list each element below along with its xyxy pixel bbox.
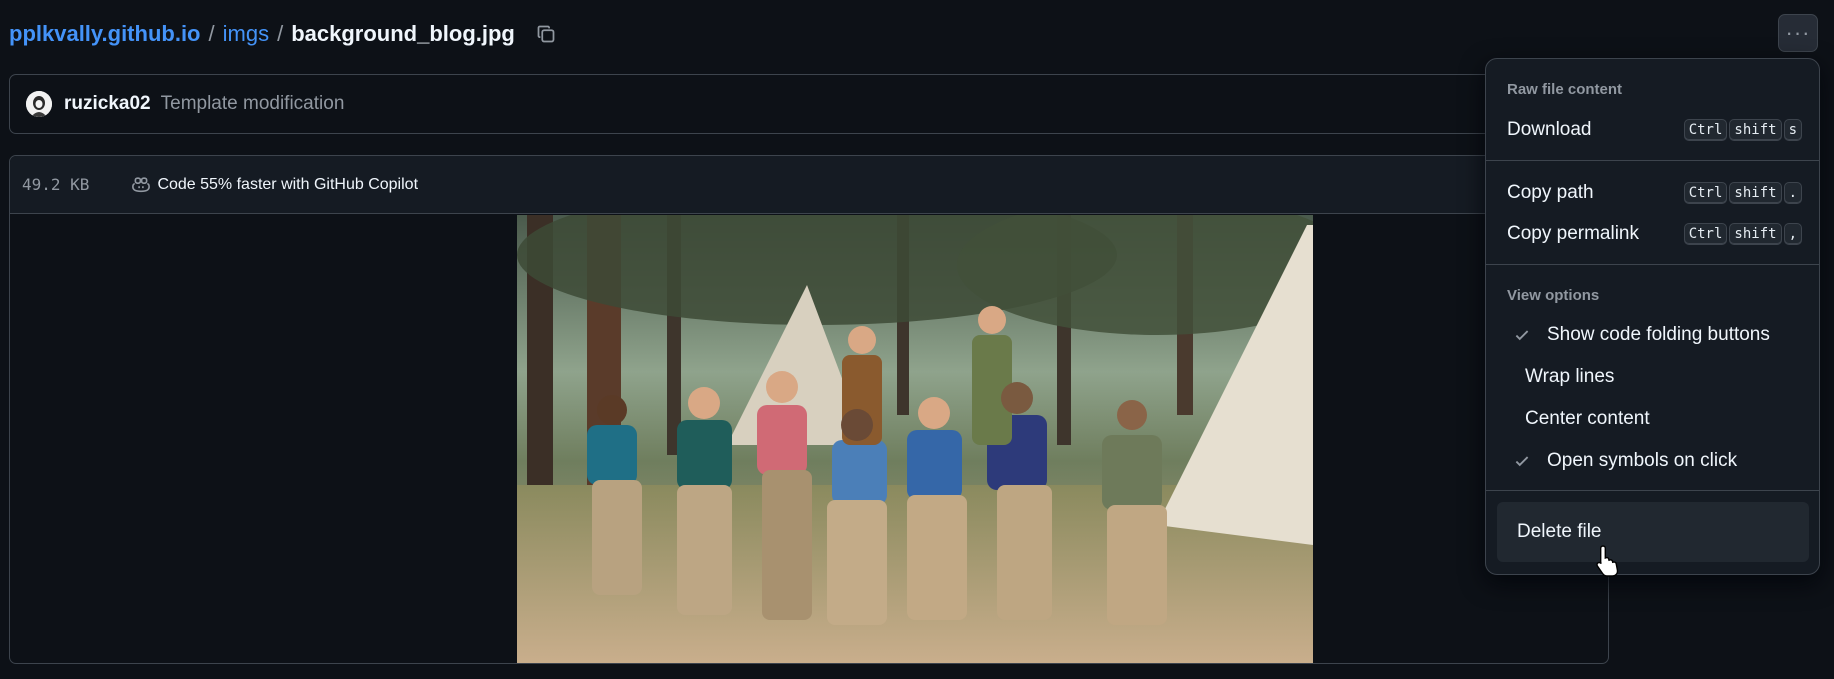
menu-divider (1486, 490, 1819, 491)
center-content-label: Center content (1525, 408, 1650, 429)
breadcrumb: pplkvally.github.io / imgs / background_… (9, 18, 559, 50)
delete-file-menu-item[interactable]: Delete file (1497, 502, 1809, 562)
latest-commit-bar: ruzicka02 Template modification (9, 74, 1609, 134)
copilot-promo-link[interactable]: Code 55% faster with GitHub Copilot (131, 175, 418, 195)
download-menu-item[interactable]: Download Ctrl shift s (1494, 111, 1811, 149)
kbd-key: Ctrl (1683, 223, 1728, 245)
kbd-key: Ctrl (1683, 182, 1728, 204)
check-icon (1515, 330, 1529, 341)
file-size: 49.2 KB (22, 175, 90, 194)
copilot-promo-text: Code 55% faster with GitHub Copilot (157, 175, 419, 193)
wrap-lines-option[interactable]: Wrap lines (1494, 358, 1811, 396)
preview-image (517, 215, 1313, 663)
kbd-key: shift (1729, 119, 1782, 141)
copy-path-button[interactable] (533, 21, 559, 47)
avatar[interactable] (26, 91, 52, 117)
copy-path-menu-item[interactable]: Copy path Ctrl shift . (1494, 174, 1811, 212)
more-options-button[interactable]: ··· (1778, 14, 1818, 52)
view-options-heading: View options (1507, 287, 1600, 304)
copilot-icon (132, 176, 151, 192)
more-options-menu: Raw file content Download Ctrl shift s C… (1485, 58, 1820, 575)
repo-link[interactable]: pplkvally.github.io (9, 21, 201, 47)
hand-cursor-icon (1596, 545, 1619, 577)
copy-permalink-shortcut: Ctrl shift , (1683, 223, 1802, 245)
download-shortcut: Ctrl shift s (1683, 119, 1802, 141)
copy-path-shortcut: Ctrl shift . (1683, 182, 1802, 204)
kbd-key: shift (1729, 182, 1782, 204)
kbd-key: shift (1729, 223, 1782, 245)
center-content-option[interactable]: Center content (1494, 400, 1811, 438)
avatar-image (26, 91, 52, 117)
open-symbols-option[interactable]: Open symbols on click (1494, 442, 1811, 480)
wrap-lines-label: Wrap lines (1525, 366, 1615, 387)
check-icon (1515, 456, 1529, 467)
folder-link[interactable]: imgs (223, 21, 269, 47)
kbd-key: . (1783, 182, 1802, 204)
delete-file-label: Delete file (1517, 521, 1602, 542)
breadcrumb-separator: / (277, 21, 284, 46)
file-viewer: 49.2 KB Code 55% faster with GitHub Copi… (9, 155, 1609, 664)
copy-permalink-menu-item[interactable]: Copy permalink Ctrl shift , (1494, 215, 1811, 253)
image-preview (517, 215, 1313, 663)
kebab-horizontal-icon: ··· (1785, 20, 1811, 45)
open-symbols-label: Open symbols on click (1547, 450, 1738, 471)
current-file-name: background_blog.jpg (291, 21, 515, 46)
file-header: 49.2 KB Code 55% faster with GitHub Copi… (10, 156, 1608, 214)
download-label: Download (1507, 119, 1592, 140)
kbd-key: s (1783, 119, 1802, 141)
copy-path-label: Copy path (1507, 182, 1594, 203)
menu-divider (1486, 264, 1819, 265)
commit-message[interactable]: Template modification (161, 93, 345, 115)
raw-content-heading: Raw file content (1507, 81, 1623, 98)
menu-divider (1486, 160, 1819, 161)
commit-author[interactable]: ruzicka02 (64, 93, 151, 115)
kbd-key: , (1783, 223, 1802, 245)
breadcrumb-separator: / (208, 21, 215, 46)
kbd-key: Ctrl (1683, 119, 1728, 141)
copy-icon (537, 25, 555, 43)
show-code-folding-label: Show code folding buttons (1547, 324, 1770, 345)
show-code-folding-option[interactable]: Show code folding buttons (1494, 316, 1811, 354)
copy-permalink-label: Copy permalink (1507, 223, 1639, 244)
